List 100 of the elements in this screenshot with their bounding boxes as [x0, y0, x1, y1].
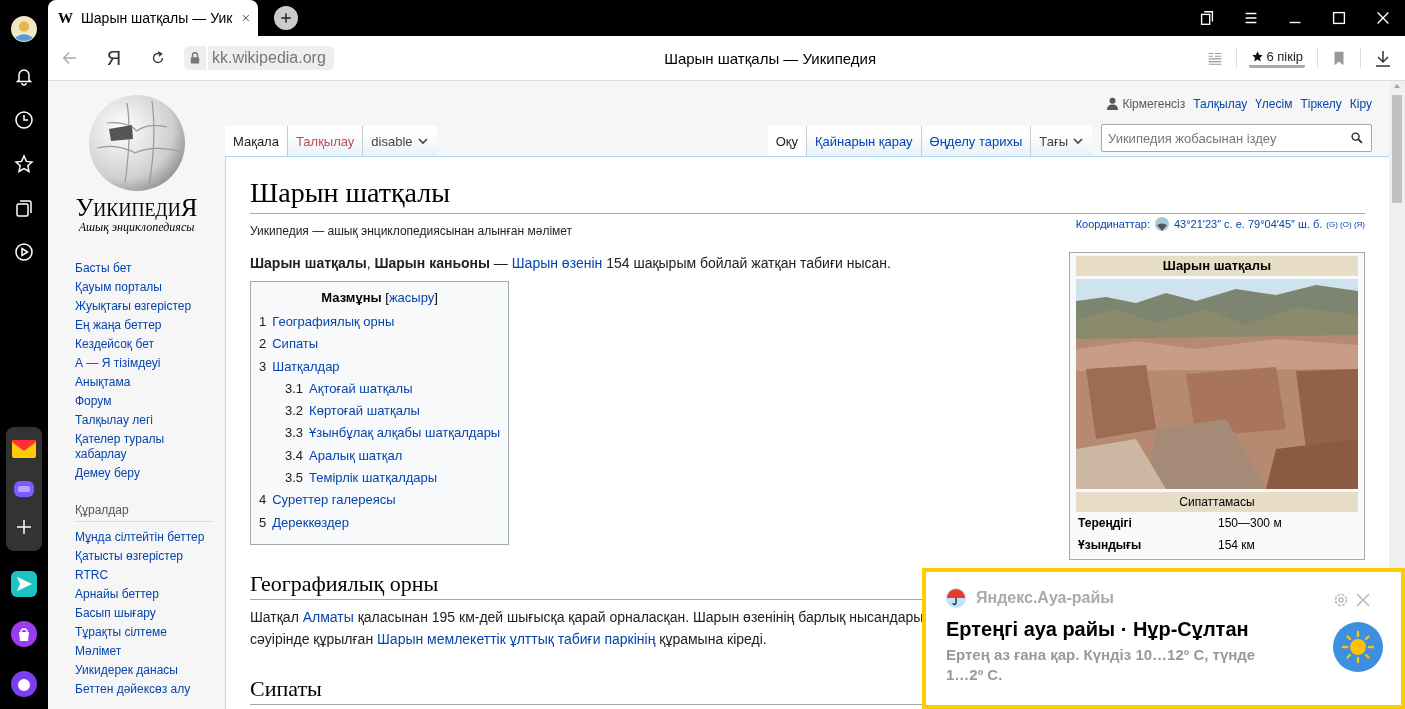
- toc-number: 3.1: [285, 379, 304, 398]
- logo-tagline: Ашық энциклопедиясы: [78, 221, 195, 234]
- send-icon[interactable]: [11, 570, 37, 597]
- account-link[interactable]: Үлесім: [1255, 96, 1293, 111]
- caret-icon: [416, 135, 429, 147]
- page-tab[interactable]: Тағы: [1030, 126, 1092, 156]
- page-tab[interactable]: Өңделу тарихы: [920, 126, 1031, 156]
- maximize-icon[interactable]: [1330, 9, 1348, 27]
- user-icon: [1106, 97, 1120, 110]
- map-sources-link[interactable]: (G) (O) (Я): [1326, 219, 1365, 229]
- nav-link[interactable]: Демеу беру: [75, 466, 215, 481]
- nav-link[interactable]: Қауым порталы: [75, 280, 215, 295]
- toc-link[interactable]: Географиялық орны: [272, 311, 395, 334]
- tools-link[interactable]: Тұрақты сілтеме: [75, 625, 215, 640]
- account-link[interactable]: Кіру: [1349, 96, 1372, 111]
- coordinates-label: Координаттар:: [1075, 218, 1150, 230]
- toc-number: 5: [259, 513, 267, 532]
- toc-number: 3.5: [285, 469, 304, 488]
- star-icon: [1251, 49, 1265, 63]
- lock-badge[interactable]: [184, 46, 206, 70]
- globe-icon[interactable]: [1153, 216, 1170, 232]
- new-tab-button[interactable]: [274, 6, 298, 30]
- clock-icon[interactable]: [14, 110, 34, 130]
- toc-number: 1: [259, 313, 267, 331]
- nav-link[interactable]: Жуықтағы өзгерістер: [75, 299, 215, 314]
- article-link[interactable]: Шарын мемлекеттік ұлттық табиғи паркінің: [377, 630, 656, 647]
- tools-link[interactable]: RTRC: [75, 568, 215, 583]
- tools-link[interactable]: Арнайы беттер: [75, 587, 215, 602]
- toc-link[interactable]: Сипаты: [272, 333, 319, 356]
- bell-icon[interactable]: [14, 66, 34, 86]
- tools-link[interactable]: Беттен дәйексөз алу: [75, 682, 215, 697]
- site-tagline: Уикипедия — ашық энциклопедиясынан алынған мәлімет: [250, 224, 573, 238]
- article-link[interactable]: Шарын өзенін: [511, 255, 603, 271]
- toc-link[interactable]: Темірлік шатқалдары: [309, 467, 438, 490]
- url-domain[interactable]: kk.wikipedia.org: [208, 46, 334, 70]
- tools-heading: Құралдар: [75, 503, 213, 522]
- scrollbar-thumb[interactable]: [1392, 95, 1402, 203]
- nav-link[interactable]: Ең жаңа беттер: [75, 318, 215, 333]
- toc-number: 2: [259, 335, 267, 354]
- search-icon[interactable]: [1350, 131, 1364, 145]
- plus-icon: [278, 10, 294, 26]
- login-status: Кірмегенсіз: [1122, 96, 1186, 111]
- collections-icon[interactable]: [1198, 9, 1216, 27]
- tab-title: Шарын шатқалы — Уик: [81, 10, 233, 26]
- toc-title: Мазмұны: [321, 290, 382, 305]
- infobox-value: 150—300 м: [1218, 515, 1283, 532]
- settings-icon: [1333, 592, 1349, 608]
- account-link[interactable]: Тіркелу: [1300, 96, 1342, 111]
- tools-link[interactable]: Мұнда сілтейтін беттер: [75, 530, 215, 545]
- notification-title: Ертеңгі ауа райы · Нұр-Сұлтан: [946, 618, 1250, 641]
- toc-link[interactable]: Дереккөздер: [272, 511, 350, 534]
- tools-link[interactable]: Басып шығару: [75, 606, 215, 621]
- toc-number: 4: [259, 491, 267, 510]
- yandex-button[interactable]: Я: [92, 46, 136, 70]
- page-tab[interactable]: Мақала: [225, 126, 287, 156]
- infobox-label: Ұзындығы: [1078, 537, 1143, 554]
- nav-link[interactable]: Анықтама: [75, 375, 215, 390]
- toc-number: 3.4: [285, 446, 304, 465]
- toc-toggle[interactable]: [жасыру]: [385, 290, 438, 305]
- assistant-icon[interactable]: [11, 670, 37, 697]
- nav-link[interactable]: Қателер туралы хабарлау: [75, 432, 215, 462]
- download-icon[interactable]: [1373, 48, 1393, 68]
- puzzle-globe-icon[interactable]: [86, 93, 187, 193]
- collections-icon[interactable]: [14, 198, 34, 218]
- browser-tab[interactable]: W Шарын шатқалы — Уик: [48, 0, 258, 36]
- toc-number: 3: [259, 357, 267, 376]
- article-link[interactable]: Алматы: [302, 608, 354, 625]
- toc-link[interactable]: Ақтоғай шатқалы: [309, 377, 413, 401]
- nav-link[interactable]: А — Я тізімдеуі: [75, 356, 215, 371]
- toc-link[interactable]: Шатқалдар: [272, 355, 340, 378]
- infobox-value: 154 км: [1218, 537, 1256, 554]
- page-tab[interactable]: Талқылау: [286, 126, 363, 156]
- avatar-icon[interactable]: [11, 16, 37, 42]
- page-tab[interactable]: Оқу: [767, 126, 806, 156]
- toc-link[interactable]: Суреттер галереясы: [272, 489, 396, 512]
- reviews-button[interactable]: 6 пікір: [1249, 48, 1305, 68]
- nav-link[interactable]: Кездейсоқ бет: [75, 337, 215, 352]
- account-link[interactable]: Талқылау: [1193, 96, 1248, 111]
- nav-link[interactable]: Талқылау легі: [75, 413, 215, 428]
- infobox-label: Тереңдігі: [1078, 515, 1133, 532]
- wordmark[interactable]: УикипедиЯ: [75, 195, 198, 221]
- toc-link[interactable]: Көртоғай шатқалы: [309, 400, 420, 423]
- search-field[interactable]: Уикипедия жобасынан іздеу: [1101, 124, 1372, 152]
- play-icon[interactable]: [14, 242, 34, 262]
- star-icon[interactable]: [14, 154, 34, 174]
- toc-link[interactable]: Аралық шатқал: [309, 444, 403, 468]
- tools-link[interactable]: Уикидерек данасы: [75, 663, 215, 678]
- page-title: Шарын шатқалы — Уикипедия: [663, 49, 878, 67]
- shopping-bag-icon[interactable]: [11, 620, 37, 647]
- caret-icon: [1072, 135, 1084, 147]
- back-arrow-icon: [61, 49, 79, 67]
- coordinates-link[interactable]: 43°21′23″ с. е. 79°04′45″ ш. б.: [1173, 218, 1323, 230]
- page-tab[interactable]: Қайнарын қарау: [806, 126, 921, 156]
- tools-link[interactable]: Мәлімет: [75, 644, 215, 659]
- tools-link[interactable]: Қатысты өзгерістер: [75, 549, 215, 564]
- toc-link[interactable]: Ұзынбұлақ алқабы шатқалдары: [309, 422, 501, 445]
- nav-link[interactable]: Басты бет: [75, 261, 215, 276]
- nav-link[interactable]: Форум: [75, 394, 215, 409]
- favicon: W: [58, 9, 73, 27]
- page-tab[interactable]: disable: [362, 126, 437, 156]
